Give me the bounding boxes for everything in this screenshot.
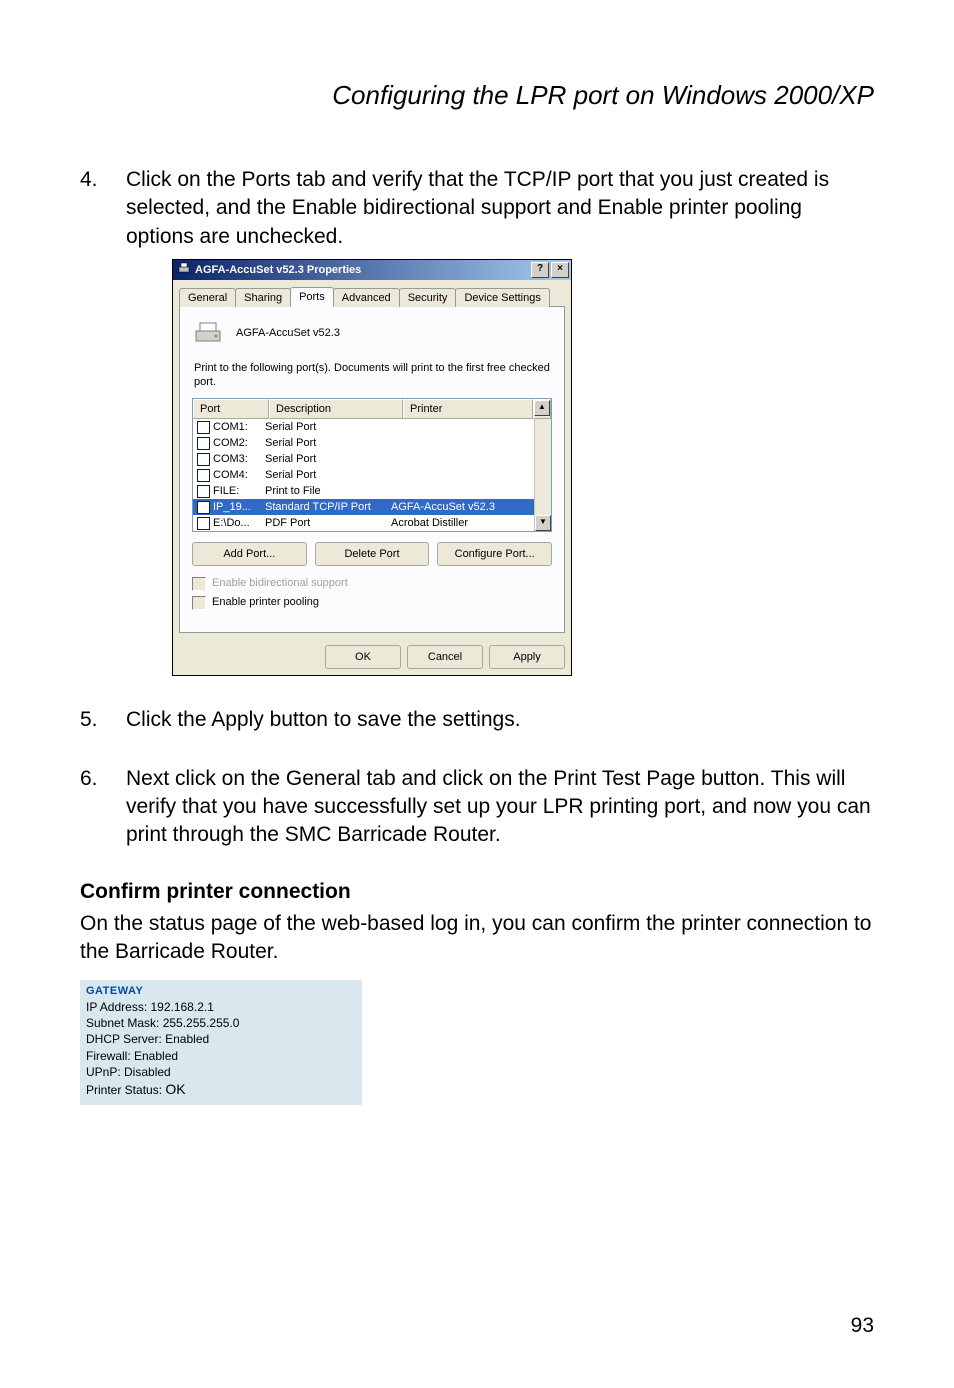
tab-sharing[interactable]: Sharing [235,288,291,307]
step-text: Click on the Ports tab and verify that t… [126,168,829,248]
pooling-label: Enable printer pooling [212,595,319,610]
section-paragraph: On the status page of the web-based log … [80,910,874,967]
scrollbar[interactable]: ▼ [534,419,551,531]
tab-device-settings[interactable]: Device Settings [455,288,549,307]
bidi-label: Enable bidirectional support [212,576,348,591]
cancel-button[interactable]: Cancel [407,645,483,669]
gateway-status-box: GATEWAY IP Address: 192.168.2.1 Subnet M… [80,980,362,1105]
status-mask: Subnet Mask: 255.255.255.0 [86,1015,356,1031]
printer-mini-icon [177,261,191,280]
step-5: 5. Click the Apply button to save the se… [80,706,874,734]
pooling-checkbox-row: Enable printer pooling [192,595,552,610]
ports-table: Port Description Printer ▲ COM1: Serial … [192,398,552,533]
col-description[interactable]: Description [269,399,403,420]
dialog-title: AGFA-AccuSet v52.3 Properties [195,263,361,278]
tab-advanced[interactable]: Advanced [333,288,400,307]
table-row[interactable]: COM2: Serial Port [193,435,551,451]
printer-name: AGFA-AccuSet v52.3 [236,326,340,341]
status-upnp: UPnP: Disabled [86,1064,356,1080]
tab-body: AGFA-AccuSet v52.3 Print to the followin… [179,306,565,633]
port-checkbox[interactable] [197,469,210,482]
table-header: Port Description Printer ▲ [193,399,551,420]
bidi-checkbox[interactable] [192,577,206,591]
ok-button[interactable]: OK [325,645,401,669]
page-number: 93 [851,1314,874,1338]
col-printer[interactable]: Printer [403,399,533,420]
table-body: COM1: Serial Port COM2: Serial Port COM3… [193,419,551,531]
step-6: 6. Next click on the General tab and cli… [80,765,874,850]
step-text: Click the Apply button to save the setti… [126,708,521,731]
add-port-button[interactable]: Add Port... [192,542,307,566]
table-row[interactable]: COM4: Serial Port [193,467,551,483]
configure-port-button[interactable]: Configure Port... [437,542,552,566]
status-printer: Printer Status: OK [86,1080,356,1099]
port-checkbox[interactable] [197,517,210,530]
table-row[interactable]: COM1: Serial Port [193,419,551,435]
page-heading: Configuring the LPR port on Windows 2000… [80,80,874,111]
section-title: Confirm printer connection [80,880,874,904]
bidi-checkbox-row: Enable bidirectional support [192,576,552,591]
scroll-up-button[interactable]: ▲ [533,399,551,420]
step-number: 6. [80,765,98,793]
delete-port-button[interactable]: Delete Port [315,542,430,566]
scroll-down-button[interactable]: ▼ [535,515,551,531]
port-checkbox[interactable] [197,453,210,466]
gateway-heading: GATEWAY [86,984,356,999]
titlebar: AGFA-AccuSet v52.3 Properties ? × [173,260,571,280]
step-text: Next click on the General tab and click … [126,767,871,847]
help-button[interactable]: ? [531,262,549,278]
tab-strip: General Sharing Ports Advanced Security … [173,280,571,306]
port-checkbox[interactable] [197,421,210,434]
properties-dialog: AGFA-AccuSet v52.3 Properties ? × Genera… [172,259,572,676]
instruction-list: 4. Click on the Ports tab and verify tha… [80,166,874,850]
printer-icon [192,319,224,347]
document-page: Configuring the LPR port on Windows 2000… [0,0,954,1388]
port-buttons: Add Port... Delete Port Configure Port..… [192,542,552,566]
col-port[interactable]: Port [193,399,269,420]
table-row[interactable]: COM3: Serial Port [193,451,551,467]
step-number: 5. [80,706,98,734]
status-dhcp: DHCP Server: Enabled [86,1031,356,1047]
table-row-selected[interactable]: ✓IP_19... Standard TCP/IP Port AGFA-Accu… [193,499,551,515]
table-row[interactable]: E:\Do... PDF Port Acrobat Distiller [193,515,551,531]
status-ip: IP Address: 192.168.2.1 [86,999,356,1015]
close-button[interactable]: × [551,262,569,278]
apply-button[interactable]: Apply [489,645,565,669]
dialog-footer: OK Cancel Apply [173,639,571,675]
port-checkbox[interactable] [197,485,210,498]
tab-security[interactable]: Security [399,288,457,307]
step-4: 4. Click on the Ports tab and verify tha… [80,166,874,676]
printer-header: AGFA-AccuSet v52.3 [192,319,552,347]
port-checkbox[interactable]: ✓ [197,501,210,514]
table-row[interactable]: FILE: Print to File [193,483,551,499]
status-firewall: Firewall: Enabled [86,1048,356,1064]
tab-ports[interactable]: Ports [290,287,334,307]
pooling-checkbox[interactable] [192,596,206,610]
step-number: 4. [80,166,98,194]
instruction-text: Print to the following port(s). Document… [194,361,550,390]
tab-general[interactable]: General [179,288,236,307]
port-checkbox[interactable] [197,437,210,450]
